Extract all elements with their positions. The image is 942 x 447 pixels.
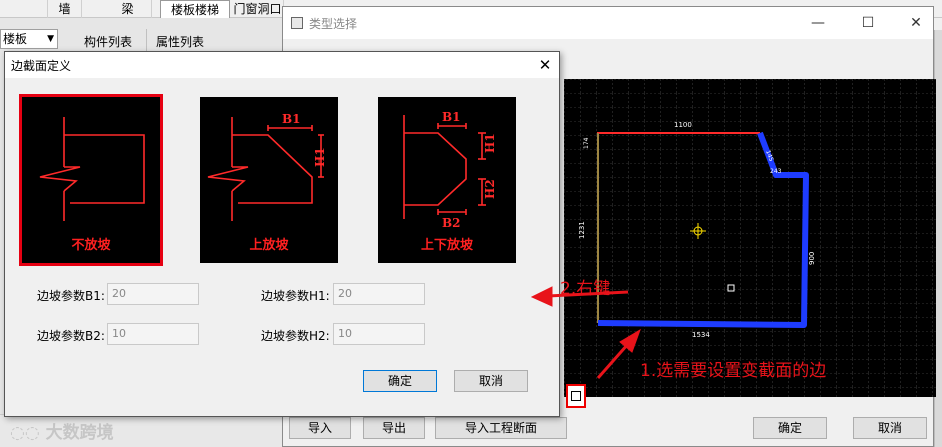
dim-small-right-a: 243 xyxy=(770,168,782,175)
square-icon xyxy=(571,391,581,401)
slope-label-both: 上下放坡 xyxy=(420,238,473,253)
dim-top: 1100 xyxy=(674,121,692,129)
mark-b2: B2 xyxy=(442,216,461,230)
window-icon xyxy=(291,17,303,29)
slope-label-none: 不放坡 xyxy=(71,238,111,253)
param-h2-label: 边坡参数H2: xyxy=(261,329,330,343)
import-section-button[interactable]: 导入工程断面 xyxy=(435,417,567,439)
dim-right: 900 xyxy=(808,252,816,265)
combo-value: 楼板 xyxy=(3,32,28,46)
type-ok-button[interactable]: 确定 xyxy=(753,417,827,439)
mark-b1: B1 xyxy=(282,112,301,126)
mark-h1: H1 xyxy=(483,133,497,153)
edge-select-button[interactable] xyxy=(566,384,586,408)
maximize-button[interactable]: ☐ xyxy=(853,11,883,35)
dim-bottom: 1534 xyxy=(692,331,710,339)
param-b2-label: 边坡参数B2: xyxy=(37,329,105,343)
mark-h1: H1 xyxy=(313,147,327,167)
tab-beam[interactable]: 梁 xyxy=(104,0,152,18)
slope-option-none[interactable]: 不放坡 xyxy=(19,94,163,266)
logo-icon: ◌◌ xyxy=(10,423,46,443)
param-b2-input[interactable]: 10 xyxy=(107,323,199,345)
type-window-title: 类型选择 xyxy=(309,17,358,31)
param-b1-label: 边坡参数B1: xyxy=(37,289,105,303)
chevron-down-icon: ▼ xyxy=(47,34,54,44)
type-window-titlebar: 类型选择 — ☐ ✕ xyxy=(283,7,933,39)
close-button[interactable]: ✕ xyxy=(901,11,931,35)
property-list-label[interactable]: 属性列表 xyxy=(156,33,204,50)
mark-b1: B1 xyxy=(442,110,461,124)
edge-section-dialog: 边截面定义 ✕ 不放坡 B1 H1 上放坡 B1 H1 H2 B2 上下放坡 边… xyxy=(4,51,560,417)
slope-option-top[interactable]: B1 H1 上放坡 xyxy=(200,97,338,263)
tab-slab-stairs[interactable]: 楼板楼梯 xyxy=(160,0,230,18)
mark-h2: H2 xyxy=(483,179,497,199)
dim-small-left: 174 xyxy=(583,137,590,149)
drawing-canvas[interactable]: 1100 1231 900 1534 174 243 145 xyxy=(564,79,936,397)
tab-wall[interactable]: 墙 xyxy=(48,0,82,18)
edge-cancel-button[interactable]: 取消 xyxy=(454,370,528,392)
annotation-step1: 1.选需要设置变截面的边 xyxy=(640,361,827,381)
param-h1-label: 边坡参数H1: xyxy=(261,289,330,303)
grid xyxy=(564,79,936,397)
edge-ok-button[interactable]: 确定 xyxy=(363,370,437,392)
watermark-logo: ◌◌ 大数跨境 xyxy=(10,418,114,443)
divider xyxy=(146,29,147,51)
slab-drawing: 1100 1231 900 1534 174 243 145 xyxy=(564,79,936,397)
dim-left: 1231 xyxy=(578,221,586,239)
type-cancel-button[interactable]: 取消 xyxy=(853,417,927,439)
tab-blank[interactable] xyxy=(0,0,48,18)
slope-option-both[interactable]: B1 H1 H2 B2 上下放坡 xyxy=(378,97,516,263)
slope-label-top: 上放坡 xyxy=(249,238,289,253)
import-button[interactable]: 导入 xyxy=(289,417,351,439)
minimize-button[interactable]: — xyxy=(803,11,833,35)
param-h2-input[interactable]: 10 xyxy=(333,323,425,345)
component-type-combo[interactable]: 楼板 ▼ xyxy=(0,29,58,49)
component-list-label[interactable]: 构件列表 xyxy=(84,33,132,50)
edge-dialog-title: 边截面定义 xyxy=(11,59,72,73)
watermark-text: 大数跨境 xyxy=(45,423,114,443)
annotation-step2: 2.右键 xyxy=(560,279,611,299)
tab-openings[interactable]: 门窗洞口 xyxy=(232,0,284,18)
param-b1-input[interactable]: 20 xyxy=(107,283,199,305)
param-h1-input[interactable]: 20 xyxy=(333,283,425,305)
close-icon[interactable]: ✕ xyxy=(533,54,557,76)
edge-dialog-titlebar: 边截面定义 ✕ xyxy=(5,52,559,78)
export-button[interactable]: 导出 xyxy=(363,417,425,439)
